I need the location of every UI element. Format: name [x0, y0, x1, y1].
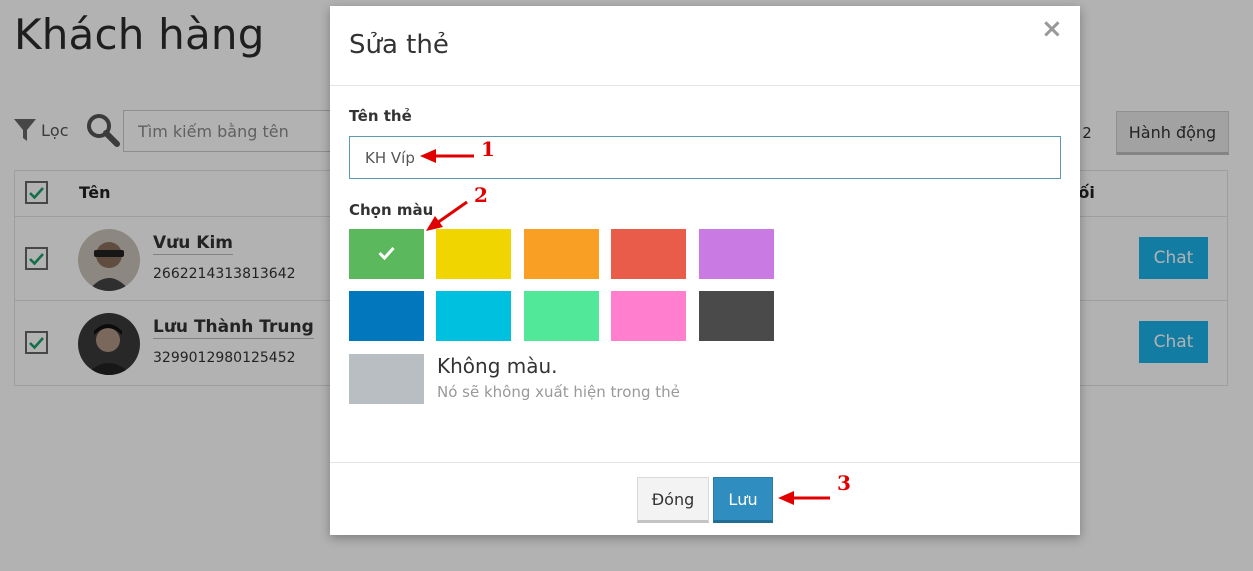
annotation-arrows — [420, 149, 830, 505]
annotation-number: 1 — [481, 137, 495, 161]
annotation-number: 3 — [837, 471, 851, 495]
arrow-icon — [778, 491, 830, 505]
arrow-icon — [420, 149, 474, 163]
arrow-icon — [426, 200, 468, 231]
annotation-number: 2 — [474, 183, 488, 207]
